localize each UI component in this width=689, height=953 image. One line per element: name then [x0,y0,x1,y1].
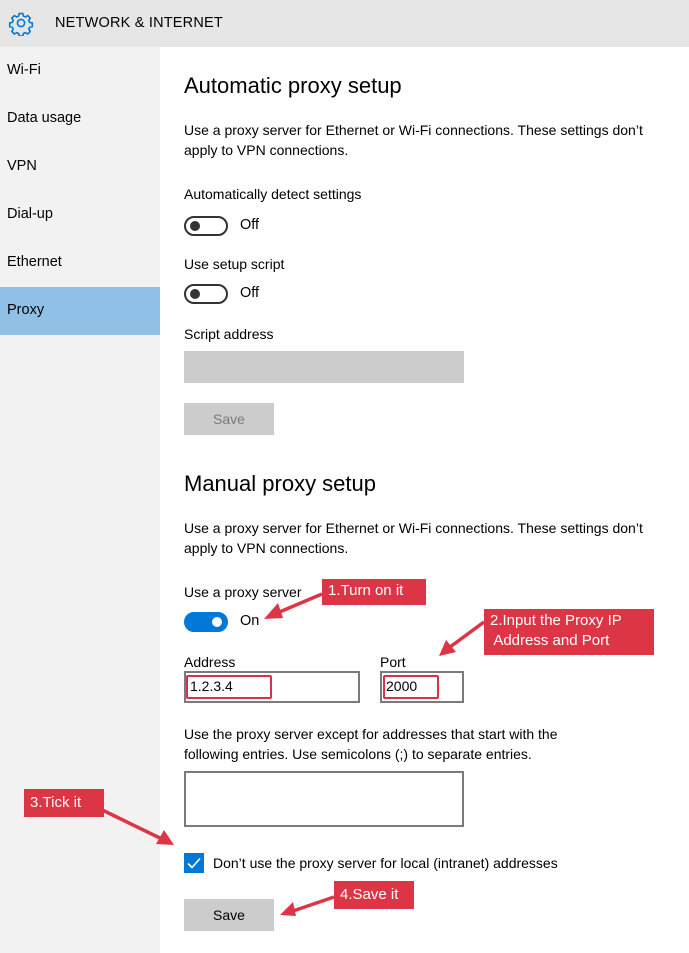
address-label: Address [184,654,236,670]
gear-icon [8,12,34,36]
use-proxy-state: On [240,613,260,629]
toggle-knob [190,221,200,231]
port-label: Port [380,654,406,670]
arrow-step2 [444,620,486,652]
automatic-save-button[interactable]: Save [184,403,274,435]
checkmark-icon [187,857,201,869]
toggle-knob [212,617,222,627]
local-bypass-label: Don’t use the proxy server for local (in… [213,855,558,871]
manual-proxy-heading: Manual proxy setup [184,471,376,496]
sidebar-item-dial-up[interactable]: Dial-up [0,191,160,239]
sidebar-item-vpn[interactable]: VPN [0,143,160,191]
detect-settings-state: Off [240,217,260,233]
callout-step3: 3.Tick it [24,789,104,817]
use-proxy-toggle[interactable] [184,612,228,632]
callout-step2-line1: 2.Input the Proxy IP [490,612,622,629]
setup-script-state: Off [240,285,260,301]
sidebar-item-label: Ethernet [7,254,62,270]
sidebar-item-data-usage[interactable]: Data usage [0,95,160,143]
use-proxy-label: Use a proxy server [184,584,302,600]
sidebar-item-label: Wi-Fi [7,62,41,78]
detect-settings-toggle[interactable] [184,216,228,236]
exceptions-description: Use the proxy server except for addresse… [184,726,558,762]
toggle-knob [190,289,200,299]
sidebar-item-proxy[interactable]: Proxy [0,287,160,335]
manual-save-button[interactable]: Save [184,899,274,931]
arrowhead-step4 [280,902,296,916]
detect-settings-label: Automatically detect settings [184,186,362,202]
script-address-label: Script address [184,326,274,342]
sidebar-item-label: Proxy [7,302,45,318]
arrowhead-step2 [439,640,456,656]
port-highlight [383,675,439,699]
sidebar-item-ethernet[interactable]: Ethernet [0,239,160,287]
manual-proxy-description: Use a proxy server for Ethernet or Wi-Fi… [184,520,643,556]
sidebar-item-wifi[interactable]: Wi-Fi [0,47,160,95]
sidebar-item-label: VPN [7,158,37,174]
sidebar-item-label: Data usage [7,110,82,126]
title-bar: NETWORK & INTERNET [0,0,689,47]
automatic-proxy-description: Use a proxy server for Ethernet or Wi-Fi… [184,122,643,158]
local-bypass-checkbox[interactable] [184,853,204,873]
callout-step2: 2.Input the Proxy IP Address and Port [484,609,654,655]
sidebar-item-label: Dial-up [7,206,53,222]
callout-step2-line2: Address and Port [490,632,610,649]
setup-script-toggle[interactable] [184,284,228,304]
sidebar: Wi-Fi Data usage VPN Dial-up Ethernet Pr… [0,47,160,953]
arrow-step4 [289,895,335,914]
callout-step4: 4.Save it [334,881,414,909]
setup-script-label: Use setup script [184,256,285,272]
script-address-input[interactable] [184,351,464,383]
page-title: NETWORK & INTERNET [55,15,223,31]
address-highlight [186,675,272,699]
callout-step1: 1.Turn on it [322,579,426,605]
automatic-proxy-heading: Automatic proxy setup [184,73,402,98]
exceptions-input[interactable] [184,771,464,827]
arrowhead-step1 [264,603,283,619]
